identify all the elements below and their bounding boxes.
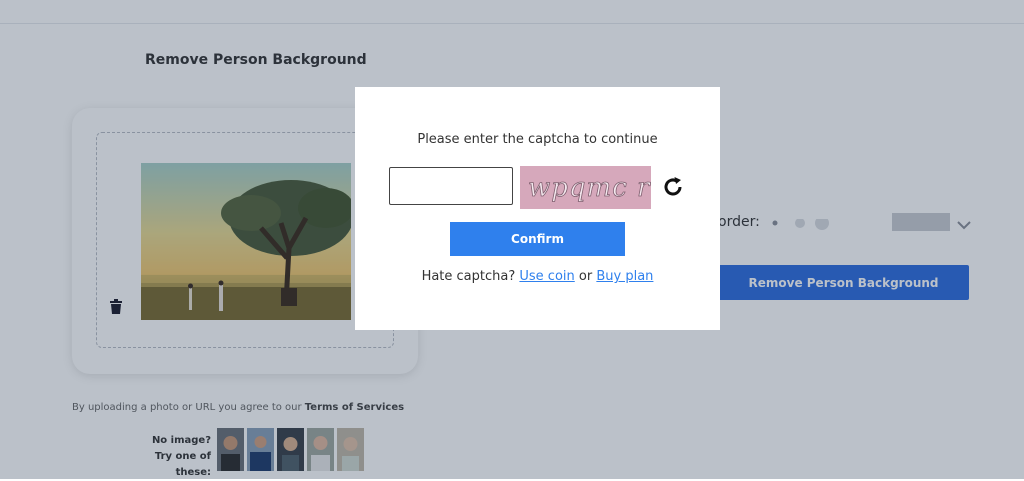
refresh-icon[interactable] <box>661 175 685 199</box>
hate-captcha-row: Hate captcha? Use coin or Buy plan <box>355 269 720 284</box>
buy-plan-link[interactable]: Buy plan <box>596 269 653 284</box>
hate-captcha-text: Hate captcha? <box>421 269 516 284</box>
captcha-input[interactable] <box>389 167 513 205</box>
captcha-text: wpqmc r <box>528 173 651 203</box>
use-coin-link[interactable]: Use coin <box>519 269 574 284</box>
captcha-image: wpqmc r <box>520 166 651 209</box>
confirm-button[interactable]: Confirm <box>450 222 625 256</box>
captcha-modal: Please enter the captcha to continue wpq… <box>355 87 720 330</box>
captcha-prompt: Please enter the captcha to continue <box>417 132 658 147</box>
or-text: or <box>578 269 593 284</box>
